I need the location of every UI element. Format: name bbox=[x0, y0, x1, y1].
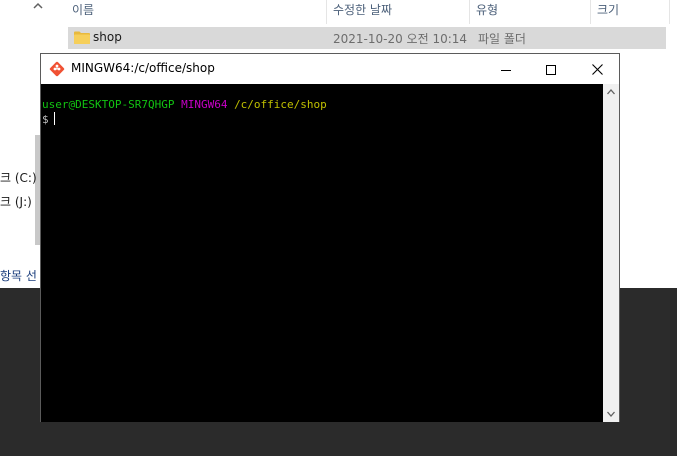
status-bar-text: 항목 선 bbox=[0, 269, 37, 283]
terminal-window[interactable]: MINGW64:/c/office/shop user@DESKTOP-SR7Q… bbox=[40, 53, 620, 422]
nav-item-drive-c[interactable]: 크 (C:) bbox=[0, 169, 37, 186]
prompt-path: /c/office/shop bbox=[234, 98, 327, 111]
file-modified: 2021-10-20 오전 10:14 bbox=[333, 32, 468, 46]
scroll-down-icon[interactable] bbox=[603, 406, 619, 422]
folder-icon bbox=[74, 31, 90, 44]
scroll-up-icon[interactable] bbox=[603, 84, 619, 100]
column-header-size[interactable]: 크기 bbox=[591, 1, 619, 23]
terminal-output[interactable]: user@DESKTOP-SR7QHGP MINGW64 /c/office/s… bbox=[41, 84, 603, 422]
window-title: MINGW64:/c/office/shop bbox=[71, 61, 215, 75]
file-row[interactable]: shop 2021-10-20 오전 10:14 파일 폴더 bbox=[68, 27, 666, 49]
file-type: 파일 폴더 bbox=[478, 32, 526, 46]
title-bar[interactable]: MINGW64:/c/office/shop bbox=[41, 54, 619, 84]
minimize-button[interactable] bbox=[483, 54, 529, 84]
column-header-type[interactable]: 유형 bbox=[470, 1, 498, 23]
column-separator[interactable] bbox=[669, 0, 670, 24]
prompt-symbol: $ bbox=[42, 113, 49, 126]
terminal-scrollbar[interactable] bbox=[603, 84, 619, 422]
column-header-row: 이름 수정한 날짜 유형 크기 bbox=[44, 0, 677, 24]
maximize-button[interactable] bbox=[528, 54, 574, 84]
prompt-user: user@DESKTOP-SR7QHGP bbox=[42, 98, 175, 111]
file-name: shop bbox=[93, 30, 122, 44]
text-cursor bbox=[53, 112, 55, 125]
git-bash-icon[interactable] bbox=[49, 61, 65, 77]
input-line[interactable]: $ bbox=[42, 112, 55, 127]
navigation-pane: 크 (C:) 크 (J:) bbox=[0, 0, 44, 288]
column-header-modified[interactable]: 수정한 날짜 bbox=[327, 1, 392, 23]
nav-item-drive-j[interactable]: 크 (J:) bbox=[0, 193, 32, 210]
close-icon bbox=[591, 60, 603, 79]
maximize-icon bbox=[546, 60, 556, 79]
close-button[interactable] bbox=[574, 54, 620, 84]
prompt-line: user@DESKTOP-SR7QHGP MINGW64 /c/office/s… bbox=[42, 97, 327, 112]
prompt-system: MINGW64 bbox=[181, 98, 228, 111]
column-header-name[interactable]: 이름 bbox=[66, 1, 94, 23]
minimize-icon bbox=[501, 60, 511, 79]
